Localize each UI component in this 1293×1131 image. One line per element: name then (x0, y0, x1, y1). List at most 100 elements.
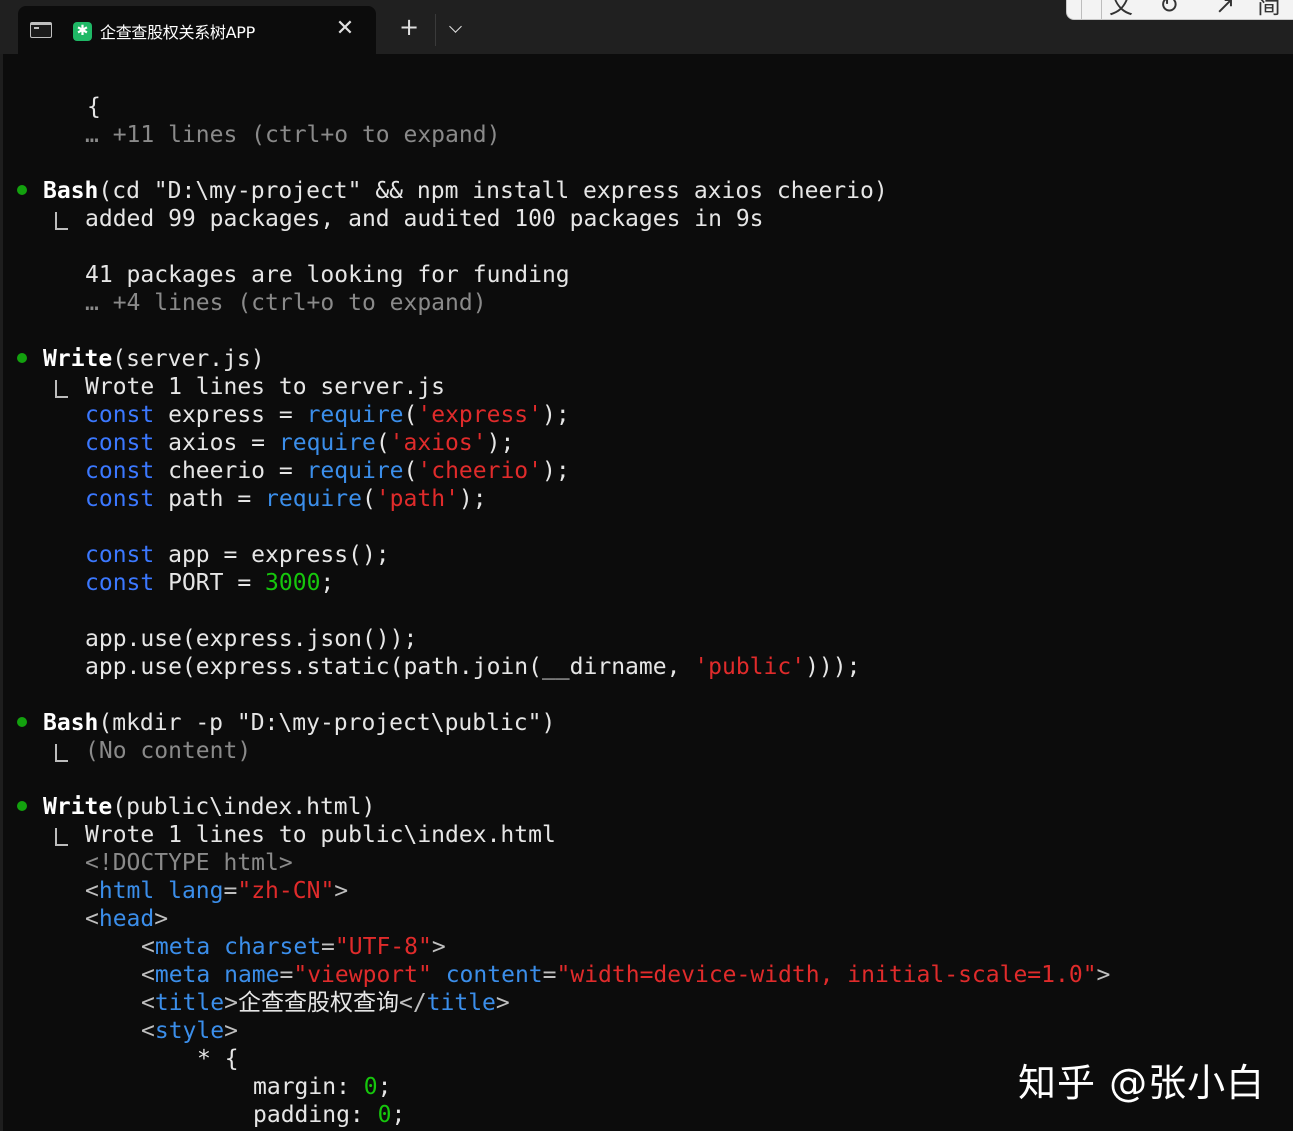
result-elbow-icon (55, 212, 68, 230)
code-text: padding: (253, 1102, 378, 1128)
html-attr: content (445, 962, 543, 988)
code-text: ); (486, 430, 515, 456)
function-name: require (306, 458, 404, 484)
code-line: <!DOCTYPE html> (85, 850, 293, 876)
code-line: const path = require('path'); (85, 485, 487, 513)
code-text: > (431, 934, 446, 960)
code-text: </ (398, 990, 427, 1016)
toolbar-divider (1101, 0, 1102, 19)
code-line: margin: 0; (253, 1073, 392, 1101)
code-text: margin: (253, 1074, 364, 1100)
code-text: ( (403, 458, 418, 484)
collapsed-lines-hint[interactable]: … +4 lines (ctrl+o to expand) (85, 289, 487, 317)
code-line: <title>企查查股权查询</title> (141, 989, 510, 1017)
code-text: < (141, 990, 155, 1016)
close-icon[interactable]: ✕ (332, 17, 358, 43)
output-line: Wrote 1 lines to server.js (85, 374, 446, 400)
code-text: 企查查股权查询 (237, 990, 399, 1016)
tool-args: (public\index.html) (112, 794, 376, 820)
code-text: ( (361, 486, 376, 512)
code-text: < (141, 934, 155, 960)
string-literal: "zh-CN" (237, 878, 335, 904)
code-text: express = (154, 402, 307, 428)
code-text: < (85, 906, 99, 932)
string-literal: 'express' (417, 402, 542, 428)
overlay-toolbar: 文 ↻ ↗ 简 (1066, 0, 1293, 20)
share-icon[interactable]: ↗ (1215, 0, 1235, 19)
status-dot-icon (17, 353, 27, 363)
function-name: require (265, 486, 362, 512)
string-literal: 'axios' (389, 430, 487, 456)
status-dot-icon (17, 801, 27, 811)
keyword: const (85, 486, 155, 512)
active-tab[interactable]: ✱ 企查查股权关系树APP ✕ (18, 6, 376, 54)
output-line: 41 packages are looking for funding (85, 262, 570, 288)
code-line: const app = express(); (85, 541, 390, 569)
tool-name: Bash (43, 710, 99, 736)
html-tag: meta (154, 934, 211, 960)
terminal-output[interactable]: { … +11 lines (ctrl+o to expand) Bash(cd… (3, 54, 1293, 1131)
code-text: ); (542, 458, 570, 484)
code-text: ; (377, 1074, 392, 1100)
code-text: ( (403, 402, 418, 428)
collapsed-lines-hint[interactable]: … +11 lines (ctrl+o to expand) (85, 121, 500, 149)
html-tag: style (154, 1018, 225, 1044)
code-text: path = (154, 486, 266, 512)
tool-name: Write (43, 794, 113, 820)
output-line: Wrote 1 lines to public\index.html (85, 822, 556, 848)
code-line: app.use(express.static(path.join(__dirna… (85, 653, 860, 681)
number-literal: 0 (363, 1074, 378, 1100)
new-tab-button[interactable]: + (395, 14, 423, 42)
keyword: const (85, 430, 155, 456)
tool-call-line: Bash(cd "D:\my-project" && npm install e… (43, 177, 888, 205)
code-text: ; (391, 1102, 406, 1128)
keyword: const (85, 542, 155, 568)
code-text: > (224, 1018, 238, 1044)
result-elbow-icon (55, 828, 68, 846)
string-literal: 'path' (375, 486, 459, 512)
tool-call-line: Bash(mkdir -p "D:\my-project\public") (43, 709, 555, 737)
code-line: * { (197, 1046, 239, 1072)
tab-bar: ✱ 企查查股权关系树APP ✕ + 文 ↻ ↗ 简 (0, 0, 1293, 54)
code-line: const express = require('express'); (85, 401, 570, 429)
code-text: cheerio = (154, 458, 307, 484)
tool-name: Bash (43, 178, 99, 204)
html-tag: title (154, 990, 225, 1016)
simplified-icon[interactable]: 简 (1257, 0, 1281, 19)
result-elbow-icon (55, 380, 68, 398)
html-tag: head (98, 906, 155, 932)
code-text: < (85, 878, 99, 904)
code-text: app = express(); (154, 542, 390, 568)
code-text: > (224, 990, 238, 1016)
tool-args: (server.js) (112, 346, 265, 372)
code-text: > (334, 878, 349, 904)
code-text: = (223, 878, 238, 904)
tab-title: 企查查股权关系树APP (100, 23, 255, 42)
code-line: padding: 0; (253, 1101, 405, 1129)
html-attr: name (224, 962, 280, 988)
keyword: const (85, 458, 155, 484)
html-tag: title (426, 990, 496, 1016)
translate-icon[interactable]: 文 (1109, 0, 1133, 19)
code-text: PORT = (154, 570, 266, 596)
function-name: require (278, 430, 376, 456)
code-text: ); (458, 486, 487, 512)
code-text: app.use(express.static(path.join(__dirna… (85, 654, 695, 680)
code-line: <html lang="zh-CN"> (85, 877, 348, 905)
function-name: require (306, 402, 404, 428)
html-tag: meta (154, 962, 211, 988)
html-attr: charset (224, 934, 322, 960)
code-line: <style> (141, 1017, 238, 1045)
code-text: > (1096, 962, 1111, 988)
refresh-icon[interactable]: ↻ (1159, 0, 1179, 19)
watermark: 知乎 @张小白 (1018, 1061, 1266, 1105)
keyword: const (85, 402, 155, 428)
code-line: const PORT = 3000; (85, 569, 334, 597)
output-line: added 99 packages, and audited 100 packa… (85, 206, 764, 232)
tool-call-line: Write(server.js) (43, 345, 265, 373)
code-line: <head> (85, 905, 168, 933)
tool-call-line: Write(public\index.html) (43, 793, 375, 821)
chevron-down-icon[interactable] (444, 18, 468, 42)
